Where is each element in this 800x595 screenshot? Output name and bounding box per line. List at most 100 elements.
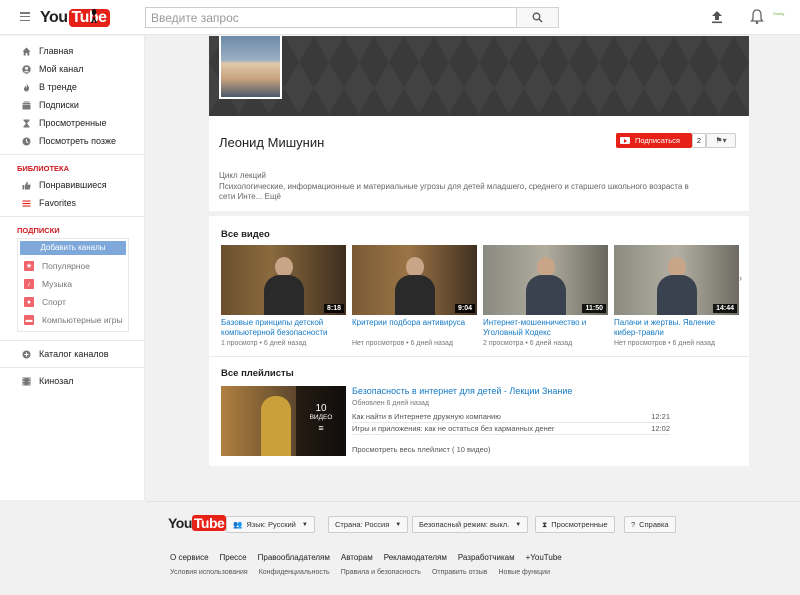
sidebar-sub-sport[interactable]: ● Спорт [18,293,128,311]
playlist-row-title: Как найти в Интернете дружную компанию [352,412,501,421]
sidebar-item-favorites[interactable]: Favorites [0,194,144,212]
channel-name: Леонид Мишунин [219,135,325,150]
channel-header-card: Леонид Мишунин Подписаться 2 ⚑▾ Цикл лек… [209,116,749,211]
playlist-count-label: ВИДЕО [309,414,333,421]
video-duration: 9:04 [454,304,475,313]
film-icon [22,377,31,386]
safe-mode-button[interactable]: Безопасный режим: выкл. ▼ [412,516,529,533]
search-icon [532,12,543,23]
desc-line: Психологические, информационные и матери… [219,181,689,191]
desc-line-more[interactable]: сети Инте... Ещё [219,192,729,203]
sidebar-sub-popular[interactable]: ★ Популярное [18,257,128,275]
thumb-up-icon [22,181,31,190]
sidebar-item-watch-later[interactable]: Посмотреть позже [0,132,144,150]
help-icon: ? [631,520,636,529]
video-item[interactable]: 14:44 Палачи и жертвы. Явление кибер-тра… [614,245,739,347]
footer-link[interactable]: Правила и безопасность [341,569,421,576]
language-label: Язык: Русский [246,520,296,529]
sidebar-item-home[interactable]: Главная [0,42,144,60]
video-item[interactable]: 9:04 Критерии подбора антивируса Нет про… [352,245,477,347]
video-item[interactable]: 11:50 Интернет-мошенничество и Уголовный… [483,245,608,347]
footer-link[interactable]: Отправить отзыв [432,569,488,576]
video-title[interactable]: Интернет-мошенничество и Уголовный Кодек… [483,318,608,338]
language-button[interactable]: 👥 Язык: Русский ▼ [226,516,315,533]
all-videos-title[interactable]: Все видео [221,229,270,240]
playlist-row[interactable]: Как найти в Интернете дружную компанию 1… [352,412,670,423]
sidebar-divider [0,367,144,368]
playlist-thumbnail[interactable]: 10 ВИДЕО ≡ [221,386,346,456]
footer-link[interactable]: Условия использования [170,569,248,576]
footer-logo-tube: Tube [191,515,227,531]
sidebar-item-label: Кинозал [39,376,74,386]
footer-link[interactable]: Авторам [341,553,373,562]
footer-link[interactable]: О сервисе [170,553,209,562]
footer-link[interactable]: Рекламодателям [384,553,447,562]
playlist-row-time: 12:02 [651,424,670,433]
footer-logo[interactable]: You Tube [168,515,227,531]
menu-icon[interactable] [20,12,30,22]
flag-menu-button[interactable]: ⚑▾ [706,133,736,148]
search-input[interactable]: Введите запрос [145,7,517,28]
view-full-playlist-link[interactable]: Просмотреть весь плейлист ( 10 видео) [352,445,490,454]
search-button[interactable] [516,7,559,28]
sidebar-sub-label: Музыка [42,279,73,289]
playlist-row[interactable]: Игры и приложения: как не остаться без к… [352,424,670,435]
footer-link[interactable]: Новые функции [499,569,550,576]
sidebar-divider [0,216,144,217]
section-divider [209,356,749,357]
chevron-right-icon[interactable]: › [739,273,742,283]
channel-avatar[interactable] [219,36,282,99]
video-thumbnail[interactable]: 14:44 [614,245,739,315]
footer-link[interactable]: +YouTube [526,553,562,562]
account-avatar[interactable]: Sundy [773,11,784,16]
top-bar: You Tube Введите запрос Sundy [0,0,800,35]
video-item[interactable]: 8:18 Базовые принципы детской компьютерн… [221,245,346,347]
video-duration: 11:50 [582,304,606,313]
playlist-title[interactable]: Безопасность в интернет для детей - Лекц… [352,386,572,396]
video-title[interactable]: Базовые принципы детской компьютерной бе… [221,318,346,338]
video-thumbnail[interactable]: 8:18 [221,245,346,315]
footer-link[interactable]: Прессе [220,553,247,562]
subscribe-button[interactable]: Подписаться [616,133,692,148]
country-button[interactable]: Страна: Россия ▼ [328,516,409,533]
mourning-ribbon-icon [91,9,97,23]
help-label: Справка [639,520,669,529]
clock-icon [22,137,31,146]
sidebar-item-label: Подписки [39,100,79,110]
playlist-count-overlay: 10 ВИДЕО ≡ [296,386,346,456]
help-button[interactable]: ? Справка [624,516,676,533]
notifications-bell-icon[interactable] [749,8,765,25]
history-button[interactable]: ⧗ Просмотренные [535,516,615,533]
youtube-logo[interactable]: You Tube [40,8,110,27]
sidebar-item-cinema[interactable]: Кинозал [0,372,144,390]
thumbnail-figure [261,396,291,456]
sidebar-item-history[interactable]: Просмотренные [0,114,144,132]
channel-description: Цикл лекций Психологические, информацион… [219,171,729,203]
sidebar-item-subscriptions[interactable]: Подписки [0,96,144,114]
sidebar-item-catalog[interactable]: Каталог каналов [0,345,144,363]
sidebar-sub-games[interactable]: ▬ Компьютерные игры [18,311,128,329]
video-duration: 14:44 [713,304,737,313]
video-thumbnail[interactable]: 9:04 [352,245,477,315]
add-channels-button[interactable]: Добавить каналы [20,241,126,255]
sidebar-item-trending[interactable]: В тренде [0,78,144,96]
channel-banner [209,36,749,116]
video-title[interactable]: Критерии подбора антивируса [352,318,477,338]
flame-icon [22,83,31,92]
video-thumbnail[interactable]: 11:50 [483,245,608,315]
videos-card: Все видео 8:18 Базовые принципы детской … [209,216,749,466]
all-playlists-title[interactable]: Все плейлисты [221,368,294,379]
footer-link[interactable]: Конфиденциальность [259,569,330,576]
upload-icon[interactable] [709,9,725,25]
gamepad-icon: ▬ [24,315,34,325]
footer-link[interactable]: Разработчикам [458,553,515,562]
video-meta: Нет просмотров • 6 дней назад [352,340,453,347]
sidebar-sub-music[interactable]: ♪ Музыка [18,275,128,293]
footer: You Tube 👥 Язык: Русский ▼ Страна: Россия ▼… [146,501,800,595]
sidebar-sub-label: Компьютерные игры [42,315,123,325]
sidebar-item-liked[interactable]: Понравившиеся [0,176,144,194]
video-title[interactable]: Палачи и жертвы. Явление кибер-травли [614,318,739,338]
subscriptions-icon [22,101,31,110]
footer-link[interactable]: Правообладателям [258,553,330,562]
sidebar-item-my-channel[interactable]: Мой канал [0,60,144,78]
